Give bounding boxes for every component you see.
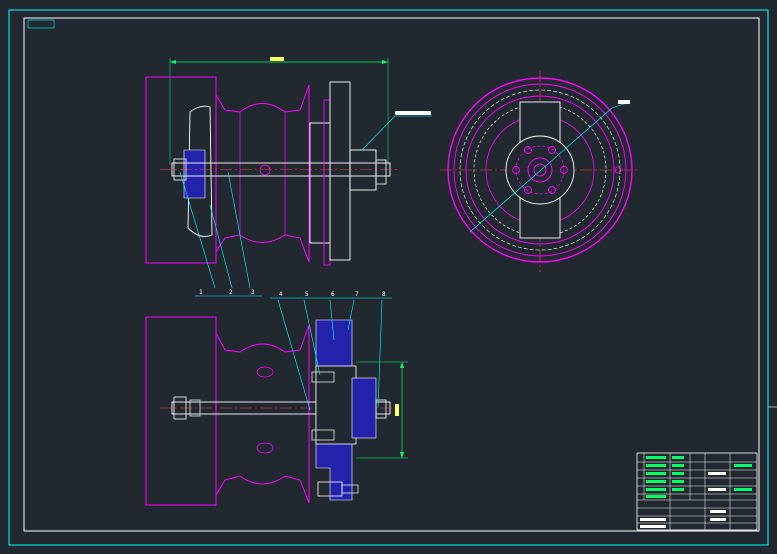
- dimension-arrow-upper: [400, 362, 404, 368]
- callout-label-right: [618, 100, 630, 104]
- dimension-value-vertical: [395, 404, 399, 416]
- leader-2: [209, 204, 233, 289]
- sheet-tag-box: [27, 19, 55, 29]
- front-view: [440, 70, 640, 272]
- roller-hole-top: [259, 164, 271, 176]
- nut-right-top: [375, 159, 387, 185]
- part-number-8: 8: [382, 291, 386, 298]
- side-view-bottom: [145, 316, 408, 506]
- part-number-6: 6: [331, 291, 335, 298]
- callout-label-top: [395, 111, 431, 115]
- hub-top: [349, 149, 377, 191]
- part-number-2: 2: [229, 289, 233, 296]
- part-number-3: 3: [251, 289, 255, 296]
- part-number-1: 1: [199, 289, 203, 296]
- part-number-5: 5: [305, 291, 309, 298]
- nut-right-bottom: [375, 399, 387, 419]
- part-number-4: 4: [279, 291, 283, 298]
- roller-body-top: [215, 84, 310, 263]
- leader-4: [277, 299, 311, 411]
- dimension-arrow-lower: [400, 452, 404, 458]
- dimension-arrow-right: [382, 60, 388, 64]
- dimension-arrow-left: [170, 60, 176, 64]
- dimension-value-top: [270, 57, 284, 61]
- frame-plate-bottom: [145, 316, 217, 506]
- frame-plate-top: [145, 76, 217, 264]
- callout-leader-top: [361, 115, 396, 151]
- title-block: [636, 452, 758, 531]
- side-view-top: [145, 57, 432, 266]
- part-numbers: 1 2 3 4 5 6 7 8: [199, 289, 386, 298]
- inner-frame: [23, 17, 760, 532]
- leader-8: [377, 299, 383, 409]
- hub-fill-bottom: [351, 377, 377, 439]
- part-number-7: 7: [355, 291, 359, 298]
- gasket-top: [323, 99, 331, 266]
- hub-section-bottom: [315, 365, 357, 445]
- cad-drawing-canvas[interactable]: 1 2 3 4 5 6 7 8: [0, 0, 777, 554]
- bearing-block-left: [183, 149, 206, 199]
- flange-plate-top: [309, 122, 331, 244]
- roller-slot-lower: [256, 442, 274, 454]
- mount-plate-top: [329, 81, 351, 261]
- roller-slot-upper: [256, 366, 274, 378]
- leader-3: [227, 171, 251, 289]
